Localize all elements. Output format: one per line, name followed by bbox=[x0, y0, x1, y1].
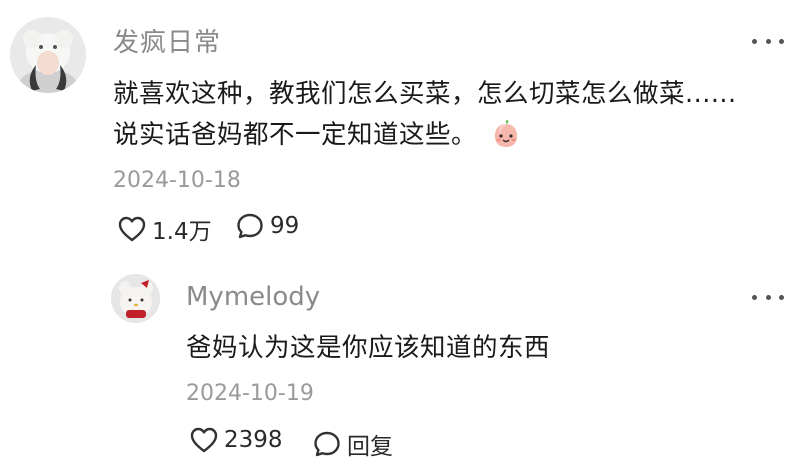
dot bbox=[752, 38, 757, 44]
like-count: 1.4万 bbox=[152, 219, 212, 245]
comment-bubble-icon bbox=[314, 431, 340, 457]
reply-label: 回复 bbox=[347, 434, 393, 460]
more-dots-icon[interactable] bbox=[752, 292, 784, 302]
like-button[interactable]: 2398 bbox=[190, 427, 283, 453]
like-count: 2398 bbox=[224, 427, 283, 453]
heart-icon bbox=[190, 427, 218, 453]
comment-text-line-2-content: 说实话爸妈都不一定知道这些。 bbox=[113, 120, 478, 150]
comment-button[interactable]: 99 bbox=[236, 212, 299, 240]
dot bbox=[752, 294, 757, 300]
reply-avatar[interactable] bbox=[111, 274, 160, 323]
comment-text-line-1: 就喜欢这种，教我们怎么买菜，怎么切菜怎么做菜...... bbox=[113, 79, 737, 109]
comment-count: 99 bbox=[270, 213, 300, 239]
reply-author-name[interactable]: Mymelody bbox=[186, 282, 320, 312]
comment-date: 2024-10-18 bbox=[113, 168, 241, 193]
dot bbox=[779, 38, 784, 44]
comment-text-line-2: 说实话爸妈都不一定知道这些。 bbox=[113, 114, 521, 151]
comment-bubble-icon bbox=[237, 213, 263, 239]
avatar-image bbox=[10, 17, 86, 93]
avatar-image bbox=[111, 274, 160, 323]
dot bbox=[765, 294, 771, 300]
avatar[interactable] bbox=[10, 17, 86, 93]
dot bbox=[779, 294, 784, 300]
comment-author-name[interactable]: 发疯日常 bbox=[113, 22, 221, 59]
heart-icon bbox=[118, 216, 146, 242]
like-button[interactable]: 1.4万 bbox=[118, 212, 212, 246]
more-dots-icon[interactable] bbox=[752, 36, 784, 46]
smiling-peach-emoji bbox=[494, 120, 518, 147]
reply-text: 爸妈认为这是你应该知道的东西 bbox=[186, 333, 551, 363]
reply-button[interactable]: 回复 bbox=[313, 427, 393, 461]
dot bbox=[765, 38, 771, 44]
reply-date: 2024-10-19 bbox=[186, 381, 314, 406]
